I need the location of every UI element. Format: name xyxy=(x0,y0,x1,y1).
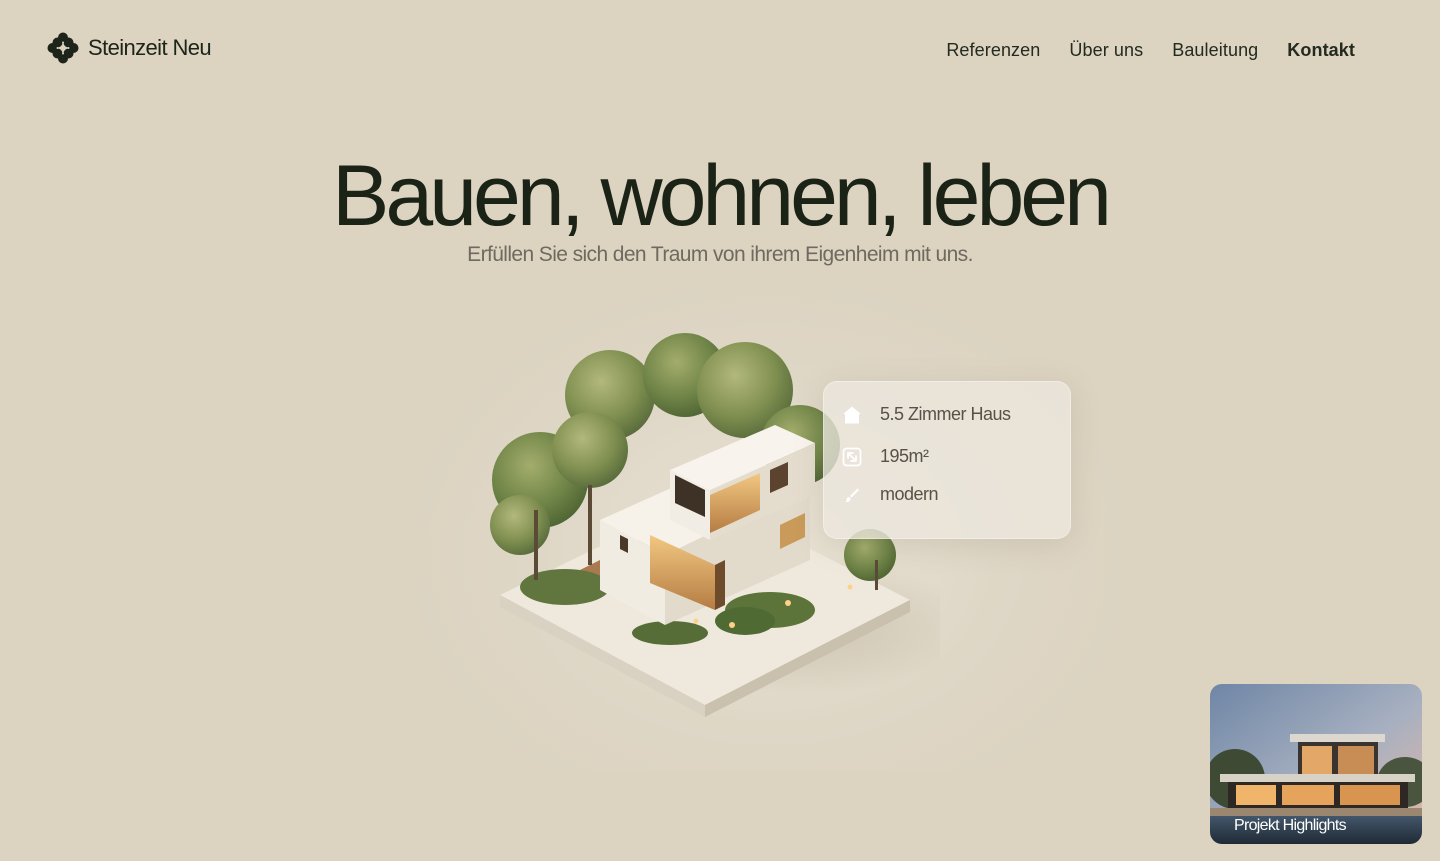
brand[interactable]: Steinzeit Neu xyxy=(46,31,212,65)
info-row-area: 195m² xyxy=(842,446,929,467)
project-highlights-card[interactable]: Projekt Highlights xyxy=(1210,684,1422,844)
brush-icon xyxy=(842,485,862,505)
expand-arrow-icon xyxy=(842,447,862,467)
nav-link-ueber-uns[interactable]: Über uns xyxy=(1069,40,1143,61)
brand-name: Steinzeit Neu xyxy=(88,35,212,60)
info-area-text: 195m² xyxy=(880,446,929,466)
main-nav: Referenzen Über uns Bauleitung Kontakt xyxy=(946,40,1355,61)
info-style-text: modern xyxy=(880,484,939,504)
info-rooms-text: 5.5 Zimmer Haus xyxy=(880,404,1011,424)
house-info-card: 5.5 Zimmer Haus 195m² modern xyxy=(823,381,1071,539)
nav-link-bauleitung[interactable]: Bauleitung xyxy=(1172,40,1258,61)
house-icon xyxy=(842,405,862,425)
nav-link-kontakt[interactable]: Kontakt xyxy=(1287,40,1355,61)
info-row-style: modern xyxy=(842,484,939,505)
project-highlights-label: Projekt Highlights xyxy=(1234,817,1347,834)
nav-link-referenzen[interactable]: Referenzen xyxy=(946,40,1040,61)
hero-subtitle: Erfüllen Sie sich den Traum von ihrem Ei… xyxy=(467,243,973,266)
top-navigation-bar: Steinzeit Neu Referenzen Über uns Baulei… xyxy=(0,0,1440,100)
info-row-rooms: 5.5 Zimmer Haus xyxy=(842,404,1011,425)
hero-title: Bauen, wohnen, leben xyxy=(332,148,1112,244)
flower-logo-icon xyxy=(46,31,80,65)
